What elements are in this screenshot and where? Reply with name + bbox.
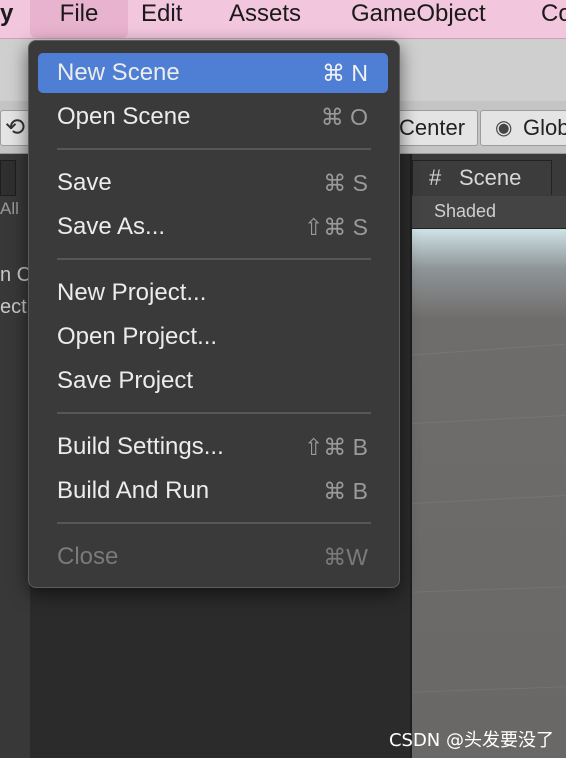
menu-assets[interactable]: Assets xyxy=(229,0,301,38)
menu-file[interactable]: File xyxy=(30,0,128,38)
hierarchy-panel xyxy=(0,154,30,758)
menu-separator xyxy=(57,148,371,150)
scene-viewport[interactable] xyxy=(412,229,566,758)
menu-item-label: Build And Run xyxy=(57,477,210,504)
menu-component-partial[interactable]: Co xyxy=(541,0,566,38)
menu-item-shortcut: ⌘ S xyxy=(323,170,368,196)
menu-item-shortcut: ⌘W xyxy=(323,544,368,570)
menu-item-label: Save xyxy=(57,169,112,196)
menu-item-label: New Scene xyxy=(57,59,180,86)
rotate-icon: ⟲ xyxy=(5,114,26,141)
menu-item-shortcut: ⇧⌘ B xyxy=(303,434,368,460)
menu-item-label: Save As... xyxy=(57,213,166,240)
menu-item-new-scene[interactable]: New Scene ⌘ N xyxy=(38,53,388,93)
menu-item-label: Open Scene xyxy=(57,103,191,130)
watermark-text: CSDN @头发要没了 xyxy=(388,730,554,751)
menu-item-save[interactable]: Save ⌘ S xyxy=(38,163,388,203)
menu-item-open-project[interactable]: Open Project... xyxy=(38,317,388,357)
globe-icon: ◉ xyxy=(495,117,513,139)
hierarchy-row-partial-2[interactable]: ect xyxy=(0,296,27,319)
file-menu-dropdown: New Scene ⌘ N Open Scene ⌘ O Save ⌘ S Sa… xyxy=(28,40,400,588)
menu-item-save-as[interactable]: Save As... ⇧⌘ S xyxy=(38,207,388,247)
menu-item-label: Save Project xyxy=(57,367,194,394)
menu-item-save-project[interactable]: Save Project xyxy=(38,361,388,401)
menu-item-shortcut: ⌘ B xyxy=(323,478,368,504)
menu-item-shortcut: ⌘ O xyxy=(320,104,368,130)
tab-scene[interactable]: # Scene xyxy=(412,160,552,195)
hierarchy-search-partial[interactable]: All xyxy=(0,199,19,219)
menu-item-build-settings[interactable]: Build Settings... ⇧⌘ B xyxy=(38,427,388,467)
hierarchy-tab[interactable] xyxy=(0,160,16,196)
menu-item-label: Build Settings... xyxy=(57,433,224,460)
global-label: Glob xyxy=(523,115,566,140)
menu-edit[interactable]: Edit xyxy=(141,0,182,38)
shading-mode-dropdown[interactable]: Shaded xyxy=(434,196,496,226)
menu-separator xyxy=(57,522,371,524)
menu-gameobject[interactable]: GameObject xyxy=(351,0,486,38)
grid-icon: # xyxy=(429,165,442,190)
pivot-center-label: Center xyxy=(399,115,466,140)
menu-item-close: Close ⌘W xyxy=(38,537,388,577)
menu-bar: y File Edit Assets GameObject Co xyxy=(0,0,566,39)
scene-toolbar: Shaded xyxy=(412,196,566,229)
tab-scene-label: Scene xyxy=(459,165,522,190)
menu-item-new-project[interactable]: New Project... xyxy=(38,273,388,313)
menu-separator xyxy=(57,258,371,260)
global-local-toggle[interactable]: ◉ Glob xyxy=(480,110,566,146)
menu-item-open-scene[interactable]: Open Scene ⌘ O xyxy=(38,97,388,137)
menu-item-build-and-run[interactable]: Build And Run ⌘ B xyxy=(38,471,388,511)
pivot-center-toggle[interactable]: Center xyxy=(396,110,478,146)
menu-item-label: Close xyxy=(57,543,119,570)
menu-item-shortcut: ⌘ N xyxy=(322,60,368,86)
menu-item-label: New Project... xyxy=(57,279,207,306)
menu-separator xyxy=(57,412,371,414)
menu-item-label: Open Project... xyxy=(57,323,218,350)
hierarchy-row-partial-1[interactable]: n C xyxy=(0,264,31,287)
app-menu-partial[interactable]: y xyxy=(0,0,13,38)
menu-item-shortcut: ⇧⌘ S xyxy=(303,214,368,240)
